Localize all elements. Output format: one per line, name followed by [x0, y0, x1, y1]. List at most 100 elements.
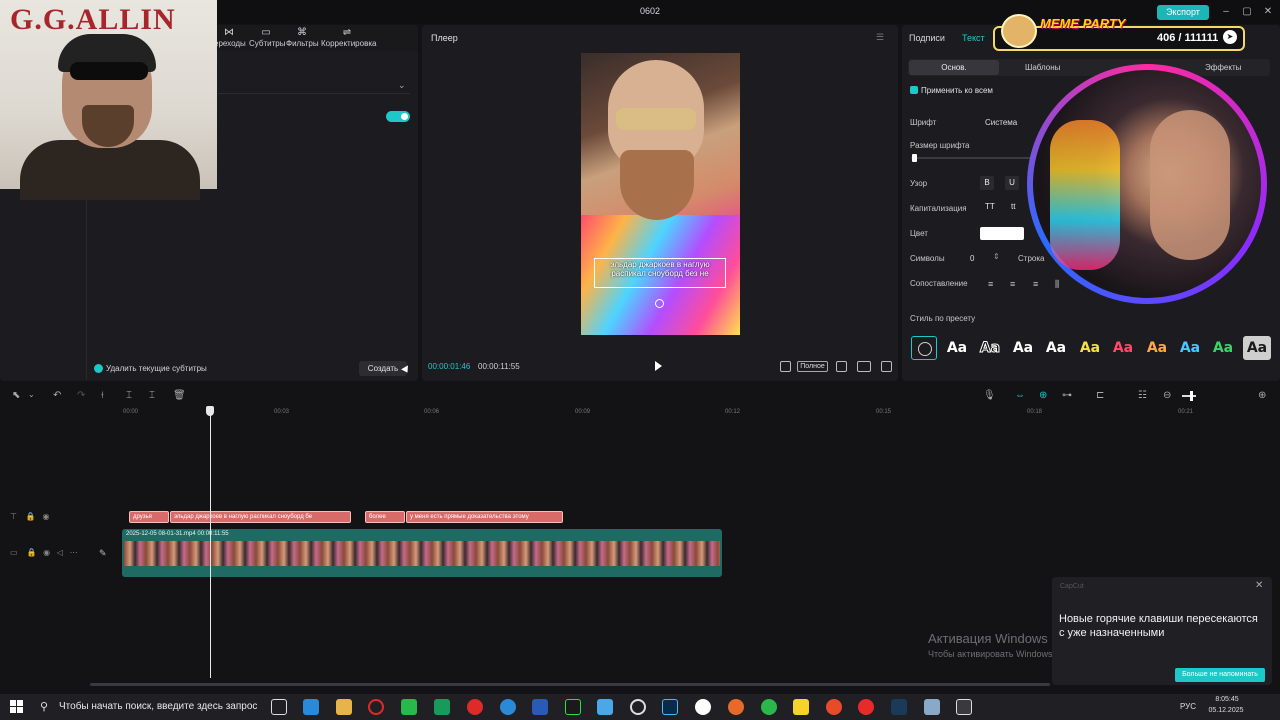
word-icon[interactable] — [532, 699, 548, 715]
playhead[interactable] — [210, 408, 211, 678]
tab-text[interactable]: Текст — [962, 33, 985, 43]
more-icon[interactable]: ⋯ — [70, 548, 78, 557]
ratio-button[interactable]: Полное — [797, 361, 828, 372]
chevron-down-icon[interactable]: ⌄ — [28, 390, 35, 399]
subtab-effects[interactable]: Эффекты — [1205, 63, 1241, 72]
photoshop-icon[interactable] — [662, 699, 678, 715]
task-view-icon[interactable] — [271, 699, 287, 715]
video-caption[interactable]: эльдар джаркоев в наглую распикал сноубо… — [596, 260, 724, 278]
subtitle-clip[interactable]: у меня есть прямые доказательства этому — [406, 511, 563, 523]
chrome-icon[interactable] — [761, 699, 777, 715]
zoom-slider[interactable] — [1182, 395, 1196, 397]
underline-button[interactable]: U — [1005, 176, 1019, 190]
align-left-icon[interactable]: ≡ — [988, 279, 993, 289]
link-icon[interactable]: ⇔ — [1015, 390, 1025, 401]
eye-icon[interactable]: ◉ — [43, 512, 50, 521]
firefox-icon[interactable] — [728, 699, 744, 715]
clock-date[interactable]: 05.12.2025 — [1203, 707, 1249, 714]
quality-icon[interactable] — [857, 361, 871, 372]
timeline-ruler[interactable] — [90, 405, 1280, 419]
app-icon[interactable] — [401, 699, 417, 715]
preview-axis-icon[interactable]: ⊏ — [1096, 390, 1104, 401]
toolbar-adjust[interactable]: ⇌ Корректировка — [321, 27, 376, 49]
playhead-handle[interactable] — [206, 406, 214, 416]
close-icon[interactable]: ✕ — [1255, 580, 1263, 591]
zoom-out-icon[interactable]: ⊖ — [1163, 390, 1171, 401]
search-icon[interactable]: ⚲ — [40, 700, 48, 713]
preset-style-8[interactable]: Aa — [1176, 336, 1204, 360]
preset-style-2[interactable]: Aa — [976, 336, 1004, 360]
preset-style-3[interactable]: Aa — [1009, 336, 1037, 360]
pause-app-icon[interactable] — [793, 699, 809, 715]
dont-remind-button[interactable]: Больше не напоминать — [1175, 668, 1265, 682]
undo-icon[interactable]: ↶ — [53, 390, 61, 401]
split-icon[interactable]: ⟊ — [101, 390, 104, 401]
openai-icon[interactable] — [630, 699, 646, 715]
crop-icon[interactable] — [780, 361, 791, 372]
store-icon[interactable] — [303, 699, 319, 715]
export-button[interactable]: Экспорт — [1157, 5, 1209, 20]
fullscreen-icon[interactable] — [881, 361, 892, 372]
magnet-icon[interactable]: ⊕ — [1039, 390, 1047, 401]
align-center-icon[interactable]: ≡ — [1010, 279, 1015, 289]
preset-style-5[interactable]: Aa — [1076, 336, 1104, 360]
delete-subtitles-checkbox[interactable] — [94, 364, 103, 373]
cover-edit-icon[interactable]: ✎ — [99, 548, 107, 559]
lock-icon[interactable]: 🔒 — [26, 548, 36, 557]
steam-icon[interactable] — [891, 699, 907, 715]
trim-left-icon[interactable]: ⌶ — [126, 390, 132, 401]
font-select[interactable]: Система — [985, 118, 1017, 127]
align-vertical-icon[interactable]: ⫼ — [1055, 279, 1059, 290]
subtitle-clip[interactable]: эльдар джаркоев в наглую распикал сноубо… — [170, 511, 351, 523]
preset-none[interactable] — [911, 336, 937, 360]
app-icon[interactable] — [924, 699, 940, 715]
clock-time[interactable]: 8:05:45 — [1207, 696, 1247, 703]
eye-icon[interactable]: ◉ — [43, 548, 50, 557]
zoom-fit-icon[interactable]: ⊕ — [1258, 390, 1266, 401]
explorer-icon[interactable] — [336, 699, 352, 715]
opera-icon[interactable] — [467, 699, 483, 715]
chrome-icon[interactable] — [826, 699, 842, 715]
snap-icon[interactable]: ⊶ — [1062, 390, 1072, 401]
yandex-icon[interactable] — [695, 699, 711, 715]
excel-icon[interactable] — [434, 699, 450, 715]
rotate-handle-icon[interactable] — [655, 299, 664, 308]
redo-icon[interactable]: ↷ — [77, 390, 85, 401]
edge-icon[interactable] — [500, 699, 516, 715]
trim-right-icon[interactable]: ⌶ — [149, 390, 155, 401]
bold-button[interactable]: B — [980, 176, 994, 190]
timeline-scrollbar[interactable] — [90, 683, 1050, 686]
chrome-icon[interactable] — [858, 699, 874, 715]
symbols-input[interactable]: 0 — [970, 254, 974, 263]
toolbar-filters[interactable]: ⌘ Фильтры — [286, 27, 319, 49]
close-icon[interactable]: ✕ — [1261, 5, 1275, 19]
preset-style-1[interactable]: Aa — [943, 336, 971, 360]
minimize-icon[interactable]: – — [1219, 5, 1233, 19]
preset-style-7[interactable]: Aa — [1143, 336, 1171, 360]
preset-style-9[interactable]: Aa — [1209, 336, 1237, 360]
terminal-icon[interactable] — [565, 699, 581, 715]
font-size-slider[interactable] — [911, 157, 1031, 159]
subtitle-clip[interactable]: более — [365, 511, 405, 523]
chevron-down-icon[interactable]: ⌄ — [398, 80, 406, 91]
align-right-icon[interactable]: ≡ — [1033, 279, 1038, 289]
apply-all-checkbox[interactable] — [910, 86, 918, 94]
maximize-icon[interactable]: ▢ — [1240, 5, 1254, 19]
lowercase-button[interactable]: tt — [1011, 202, 1015, 211]
preset-style-10[interactable]: Aa — [1243, 336, 1271, 360]
toolbar-transitions[interactable]: ⋈ ереходы — [214, 27, 246, 49]
toolbar-subtitles[interactable]: ▭ Субтитры — [249, 27, 285, 49]
language-dropdown[interactable] — [218, 80, 410, 94]
play-icon[interactable] — [655, 361, 662, 371]
lock-icon[interactable]: 🔒 — [26, 512, 36, 521]
microphone-icon[interactable]: 🎙 — [983, 390, 996, 401]
preset-style-6[interactable]: Aa — [1109, 336, 1137, 360]
select-tool-icon[interactable]: ⬉ — [12, 390, 20, 401]
font-size-slider-handle[interactable] — [912, 154, 917, 162]
opera-gx-icon[interactable] — [368, 699, 384, 715]
menu-icon[interactable]: ☰ — [876, 32, 884, 43]
notes-icon[interactable] — [597, 699, 613, 715]
speaker-icon[interactable]: ◁ — [57, 548, 63, 557]
create-button[interactable]: Создать — [359, 361, 407, 376]
subtab-templates[interactable]: Шаблоны — [1025, 63, 1060, 72]
